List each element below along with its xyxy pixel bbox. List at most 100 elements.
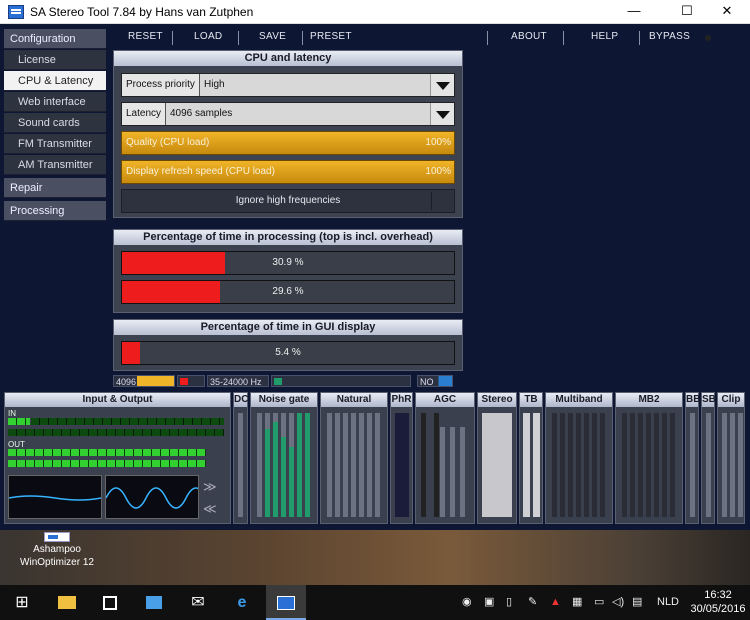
sidebar-item-license[interactable]: License (4, 50, 106, 70)
out-meter-left (8, 449, 206, 456)
tray-cd-icon[interactable]: ◉ (462, 585, 472, 620)
app-icon (8, 5, 24, 19)
meter-column (395, 413, 409, 517)
frequency-range: 35-24000 Hz (207, 375, 269, 387)
status-bar: 4096 35-24000 Hz NO (113, 375, 463, 387)
waveform-sine (105, 487, 207, 509)
meter-column-active (281, 437, 286, 517)
latency-label: Latency (122, 103, 167, 125)
ignore-high-frequencies-button[interactable]: Ignore high frequencies (121, 189, 455, 213)
process-priority-label: Process priority (122, 74, 200, 96)
toolbar-separator (172, 31, 173, 45)
load-button[interactable]: LOAD (194, 31, 222, 42)
store-icon[interactable] (90, 585, 130, 620)
tray-update-icon[interactable]: ▦ (572, 585, 582, 620)
clip-title: Clip (718, 393, 744, 407)
help-button[interactable]: HELP (591, 31, 618, 42)
sidebar-item-cpu-latency[interactable]: CPU & Latency (4, 71, 106, 91)
sidebar-item-am-transmitter[interactable]: AM Transmitter (4, 155, 106, 175)
clock-time: 16:32 (704, 589, 732, 601)
toolbar-separator (238, 31, 239, 45)
meters-strip: Input & Output IN OUT ≫ ≪ DC Noise gate (4, 392, 746, 525)
sidebar-item-sound-cards[interactable]: Sound cards (4, 113, 106, 133)
meter-column-active (305, 413, 310, 517)
input-output-meter: Input & Output IN OUT ≫ ≪ (4, 392, 231, 524)
noise-gate-title: Noise gate (251, 393, 317, 407)
meter-column (738, 413, 743, 517)
sidebar-item-fm-transmitter[interactable]: FM Transmitter (4, 134, 106, 154)
tb-title: TB (520, 393, 542, 407)
toolbar-separator (302, 31, 303, 45)
sidebar-item-web-interface[interactable]: Web interface (4, 92, 106, 112)
language-indicator[interactable]: NLD (657, 585, 679, 620)
clip-meter: Clip (717, 392, 745, 524)
in-meter-left-off (31, 418, 224, 425)
stereo-tool-taskbar-icon[interactable] (266, 585, 306, 620)
mail-icon[interactable]: ✉ (178, 585, 218, 620)
tray-notes-icon[interactable]: ▣ (484, 585, 494, 620)
desktop-shortcut-winoptimizer[interactable]: Ashampoo WinOptimizer 12 (12, 532, 102, 569)
window-title-bar[interactable]: SA Stereo Tool 7.84 by Hans van Zutphen … (0, 0, 750, 24)
agc-meter: AGC (415, 392, 475, 524)
in-meter-right (8, 429, 224, 436)
gui-time-bar: 5.4 % (121, 341, 455, 365)
reset-button[interactable]: RESET (128, 31, 163, 42)
tray-network-icon[interactable]: ▤ (632, 585, 642, 620)
meter-column (730, 413, 735, 517)
expand-right-icon[interactable]: ≫ (203, 479, 217, 495)
close-button[interactable]: ✕ (704, 0, 750, 24)
toolbar-separator (487, 31, 488, 45)
meter-column (576, 413, 581, 517)
preset-button[interactable]: PRESET (310, 31, 352, 42)
start-button-icon[interactable]: ⊞ (2, 585, 42, 620)
refresh-speed-label: Display refresh speed (CPU load) (126, 166, 275, 177)
scope-left (8, 475, 102, 519)
process-priority-value: High (204, 79, 225, 90)
tray-antivirus-icon[interactable]: ▲ (550, 585, 561, 620)
edge-browser-icon[interactable]: e (222, 585, 262, 620)
dropdown-arrow-icon[interactable] (430, 74, 454, 96)
meter-column (482, 413, 512, 517)
sidebar-item-repair[interactable]: Repair (4, 178, 106, 198)
out-label: OUT (8, 440, 25, 449)
latency-value: 4096 samples (170, 108, 233, 119)
meter-column (533, 413, 540, 517)
dropdown-arrow-icon[interactable] (430, 103, 454, 125)
expand-left-icon[interactable]: ≪ (203, 501, 217, 517)
bypass-led-icon (705, 35, 711, 41)
screen: SA Stereo Tool 7.84 by Hans van Zutphen … (0, 0, 750, 620)
tray-tool-icon[interactable]: ✎ (528, 585, 537, 620)
quality-value: 100% (425, 137, 451, 148)
tray-volume-icon[interactable]: ◁) (612, 585, 624, 620)
about-button[interactable]: ABOUT (511, 31, 547, 42)
phr-title: PhR (391, 393, 412, 407)
in-label: IN (8, 409, 16, 418)
tray-display-icon[interactable]: ▭ (594, 585, 604, 620)
mb2-title: MB2 (616, 393, 682, 407)
latency-select[interactable]: Latency 4096 samples (121, 102, 455, 126)
bb-meter: BB (685, 392, 700, 524)
meter-column (722, 413, 727, 517)
buffer-indicator: 4096 (113, 375, 175, 387)
refresh-speed-value: 100% (425, 166, 451, 177)
agc-title: AGC (416, 393, 474, 407)
desktop-background: Ashampoo WinOptimizer 12 (0, 530, 750, 585)
meter-column (257, 413, 262, 517)
taskbar-clock[interactable]: 16:32 30/05/2016 (690, 588, 746, 616)
app-window-icon[interactable] (134, 585, 174, 620)
sidebar-item-configuration[interactable]: Configuration (4, 29, 106, 49)
bypass-button[interactable]: BYPASS (649, 31, 690, 42)
process-priority-select[interactable]: Process priority High (121, 73, 455, 97)
file-explorer-icon[interactable] (47, 585, 87, 620)
quality-slider[interactable]: Quality (CPU load) 100% (121, 131, 455, 155)
noise-gate-meter: Noise gate (250, 392, 318, 524)
sidebar-item-processing[interactable]: Processing (4, 201, 106, 221)
save-button[interactable]: SAVE (259, 31, 286, 42)
toolbar-separator (639, 31, 640, 45)
meter-column (584, 413, 589, 517)
processing-bar-value: 29.6 % (272, 286, 304, 297)
refresh-speed-slider[interactable]: Display refresh speed (CPU load) 100% (121, 160, 455, 184)
stereo-title: Stereo (478, 393, 516, 407)
minimize-button[interactable]: — (611, 0, 657, 24)
tray-usb-icon[interactable]: ▯ (506, 585, 512, 620)
